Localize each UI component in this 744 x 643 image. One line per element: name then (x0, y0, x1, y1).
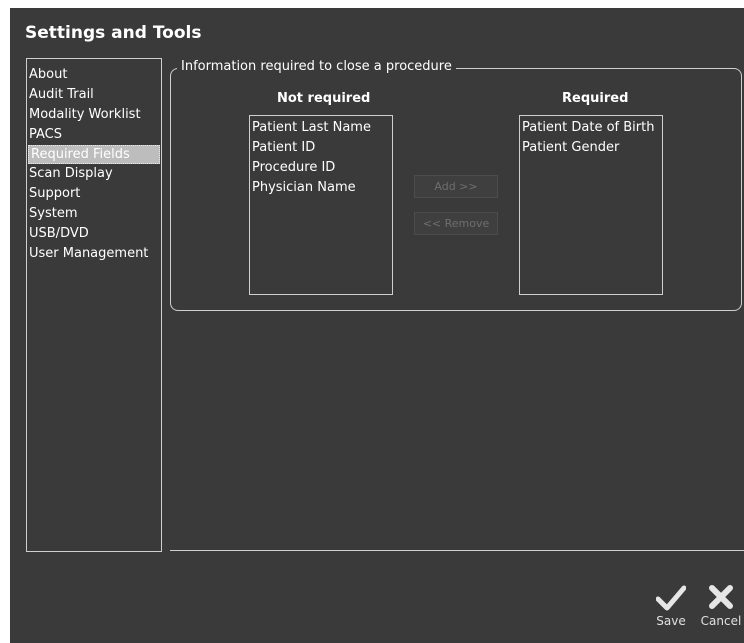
sidebar-item-user-management[interactable]: User Management (27, 244, 161, 264)
cancel-label: Cancel (700, 614, 742, 628)
list-item[interactable]: Patient Date of Birth (522, 118, 660, 138)
settings-nav-list[interactable]: About Audit Trail Modality Worklist PACS Req… (26, 58, 162, 552)
save-button[interactable]: Save (650, 584, 692, 628)
not-required-list[interactable]: Patient Last Name Patient ID Procedure ID P… (249, 115, 393, 295)
save-label: Save (656, 614, 686, 628)
page-title: Settings and Tools (25, 23, 202, 43)
sidebar-item-audit-trail[interactable]: Audit Trail (27, 85, 161, 105)
list-item[interactable]: Patient Last Name (252, 118, 390, 138)
sidebar-item-system[interactable]: System (27, 204, 161, 224)
add-button[interactable]: Add >> (414, 175, 498, 198)
list-item[interactable]: Patient Gender (522, 138, 660, 158)
sidebar-item-scan-display[interactable]: Scan Display (27, 164, 161, 184)
settings-window: Settings and Tools About Audit Trail Modal… (10, 8, 744, 643)
sidebar-item-support[interactable]: Support (27, 184, 161, 204)
list-item[interactable]: Procedure ID (252, 158, 390, 178)
checkmark-icon (656, 585, 686, 611)
sidebar-item-about[interactable]: About (27, 65, 161, 85)
sidebar-item-usb-dvd[interactable]: USB/DVD (27, 224, 161, 244)
required-fields-group: Information required to close a procedur… (170, 59, 742, 311)
group-title: Information required to close a procedur… (177, 59, 456, 74)
list-item[interactable]: Patient ID (252, 138, 390, 158)
cancel-button[interactable]: Cancel (698, 584, 744, 628)
list-item[interactable]: Physician Name (252, 178, 390, 198)
close-icon (709, 585, 733, 609)
required-list[interactable]: Patient Date of Birth Patient Gender (519, 115, 663, 295)
required-header: Required (562, 91, 629, 106)
footer-divider (170, 550, 744, 551)
sidebar-item-modality-worklist[interactable]: Modality Worklist (27, 105, 161, 125)
not-required-header: Not required (277, 91, 371, 106)
sidebar-item-pacs[interactable]: PACS (27, 125, 161, 145)
sidebar-item-required-fields[interactable]: Required Fields (28, 145, 160, 164)
remove-button[interactable]: << Remove (414, 212, 498, 235)
